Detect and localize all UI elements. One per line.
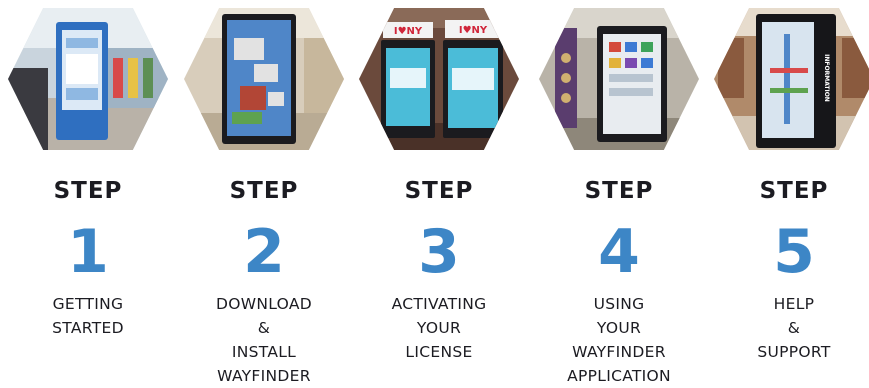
step-caption: DOWNLOAD & INSTALL WAYFINDER: [177, 292, 351, 388]
step-card-1[interactable]: STEP 1 GETTING STARTED: [1, 0, 175, 382]
caption-line: ACTIVATING: [391, 295, 487, 313]
caption-line: &: [257, 319, 271, 337]
kiosk-in-store-photo: [8, 8, 168, 150]
sign-text: INFORMATION: [823, 54, 830, 102]
kiosk-directory-photo: [539, 8, 699, 150]
step-label: STEP: [53, 178, 123, 204]
step-caption: HELP & SUPPORT: [707, 292, 869, 364]
kiosk-information-photo: INFORMATION: [714, 8, 869, 150]
step-number: 2: [243, 217, 285, 287]
caption-line: SUPPORT: [757, 343, 831, 361]
step-number: 5: [773, 217, 815, 287]
caption-line: YOUR: [596, 319, 642, 337]
caption-line: YOUR: [416, 319, 462, 337]
caption-line: HELP: [773, 295, 815, 313]
step-label: STEP: [229, 178, 299, 204]
kiosk-mall-map-photo: [184, 8, 344, 150]
step-card-5[interactable]: INFORMATION STEP 5 HELP & SUPPORT: [707, 0, 869, 382]
step-label: STEP: [404, 178, 474, 204]
step-label: STEP: [584, 178, 654, 204]
caption-line: APPLICATION: [567, 367, 671, 385]
step-card-4[interactable]: STEP 4 USING YOUR WAYFINDER APPLICATION: [532, 0, 706, 385]
caption-line: GETTING: [52, 295, 124, 313]
step-card-3[interactable]: I♥NY I♥NY STEP 3 ACTIVATING YOUR LICENSE: [352, 0, 526, 382]
step-number: 4: [598, 217, 640, 287]
step-caption: GETTING STARTED: [1, 292, 175, 340]
caption-line: USING: [593, 295, 645, 313]
caption-line: WAYFINDER: [572, 343, 666, 361]
caption-line: LICENSE: [405, 343, 473, 361]
step-number: 3: [418, 217, 460, 287]
step-card-2[interactable]: STEP 2 DOWNLOAD & INSTALL WAYFINDER: [177, 0, 351, 385]
caption-line: INSTALL: [231, 343, 297, 361]
step-caption: USING YOUR WAYFINDER APPLICATION: [532, 292, 706, 388]
step-number: 1: [67, 217, 109, 287]
step-label: STEP: [759, 178, 829, 204]
kiosk-pair-photo: I♥NY I♥NY: [359, 8, 519, 150]
caption-line: STARTED: [52, 319, 124, 337]
step-caption: ACTIVATING YOUR LICENSE: [352, 292, 526, 364]
caption-line: DOWNLOAD: [215, 295, 312, 313]
sign-text: I♥NY: [459, 25, 488, 36]
caption-line: &: [787, 319, 801, 337]
sign-text: I♥NY: [394, 26, 423, 37]
caption-line: WAYFINDER: [217, 367, 311, 385]
